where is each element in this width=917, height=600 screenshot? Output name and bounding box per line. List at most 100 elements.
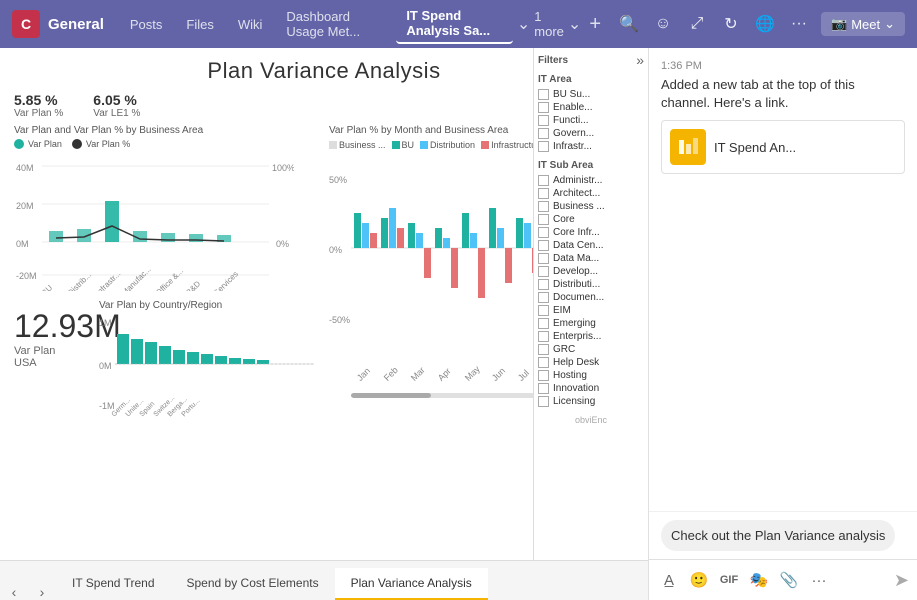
filter-item: GRC bbox=[538, 344, 644, 355]
chat-card-icon bbox=[670, 129, 706, 165]
sticker-icon[interactable]: 🎭 bbox=[747, 568, 771, 592]
line-chart-svg: 40M 20M 0M -20M 100% 0% bbox=[14, 151, 294, 291]
report-wrapper: Plan Variance Analysis 5.85 % Var Plan %… bbox=[0, 48, 648, 600]
legend-business-box bbox=[329, 141, 337, 149]
filter-item: Documen... bbox=[538, 292, 644, 303]
filter-item: Core Infr... bbox=[538, 227, 644, 238]
filter-item: Hosting bbox=[538, 370, 644, 381]
legend-infra-box bbox=[481, 141, 489, 149]
chat-card[interactable]: IT Spend An... bbox=[661, 120, 905, 174]
filter-item: Govern... bbox=[538, 128, 644, 139]
expand-icon[interactable]: ⤢ bbox=[685, 12, 709, 36]
svg-text:Apr: Apr bbox=[436, 366, 453, 383]
filter-checkbox-functi[interactable] bbox=[538, 115, 549, 126]
filter-checkbox-govern[interactable] bbox=[538, 128, 549, 139]
filter-checkbox-datama[interactable] bbox=[538, 253, 549, 264]
globe-icon[interactable]: 🌐 bbox=[753, 12, 777, 36]
refresh-icon[interactable]: ↻ bbox=[719, 12, 743, 36]
chat-bottom-text: Check out the Plan Variance analysis bbox=[661, 520, 895, 551]
filter-checkbox-enable[interactable] bbox=[538, 102, 549, 113]
filter-checkbox-core[interactable] bbox=[538, 214, 549, 225]
svg-text:-20M: -20M bbox=[16, 271, 37, 281]
filter-item: Data Ma... bbox=[538, 253, 644, 264]
tab-plan-variance[interactable]: Plan Variance Analysis bbox=[335, 568, 488, 600]
main-content: Plan Variance Analysis 5.85 % Var Plan %… bbox=[0, 48, 917, 600]
svg-text:Infrastr...: Infrastr... bbox=[94, 269, 122, 291]
filter-checkbox-infrastr[interactable] bbox=[538, 141, 549, 152]
filter-checkbox-licens[interactable] bbox=[538, 396, 549, 407]
filter-checkbox-datacen[interactable] bbox=[538, 240, 549, 251]
filter-checkbox-hosting[interactable] bbox=[538, 370, 549, 381]
filter-checkbox-busu[interactable] bbox=[538, 89, 549, 100]
emoji-icon[interactable]: ☺ bbox=[651, 12, 675, 36]
report-area: Plan Variance Analysis 5.85 % Var Plan %… bbox=[0, 48, 648, 560]
tab-posts[interactable]: Posts bbox=[120, 13, 173, 36]
chat-input-area: A̲ 🙂 GIF 🎭 📎 ··· ➤ bbox=[649, 559, 917, 600]
legend-dist-box bbox=[420, 141, 428, 149]
attach-icon[interactable]: 📎 bbox=[777, 568, 801, 592]
tab-it-spend-trend[interactable]: IT Spend Trend bbox=[56, 568, 171, 600]
tab-spend-cost[interactable]: Spend by Cost Elements bbox=[171, 568, 335, 600]
meet-button[interactable]: 📷 Meet ⌄ bbox=[821, 12, 905, 36]
svg-text:40M: 40M bbox=[16, 163, 34, 173]
meet-chevron: ⌄ bbox=[884, 16, 895, 32]
tab-prev-arrow[interactable]: ‹ bbox=[0, 584, 28, 600]
filter-checkbox-emerging[interactable] bbox=[538, 318, 549, 329]
more-chat-icon[interactable]: ··· bbox=[807, 568, 831, 592]
bottom-tabs: ‹ › IT Spend Trend Spend by Cost Element… bbox=[0, 560, 648, 600]
filter-checkbox-eim[interactable] bbox=[538, 305, 549, 316]
svg-text:Jul: Jul bbox=[516, 368, 531, 383]
svg-text:Manufac...: Manufac... bbox=[120, 265, 153, 291]
filter-item: BU Su... bbox=[538, 89, 644, 100]
svg-text:-1M: -1M bbox=[99, 401, 115, 411]
filters-header: Filters » bbox=[538, 52, 644, 68]
bottom-left-row: 12.93M Var Plan USA Var Plan by Country/… bbox=[14, 300, 319, 427]
send-button[interactable]: ➤ bbox=[894, 570, 909, 591]
filter-checkbox-coreinfr[interactable] bbox=[538, 227, 549, 238]
chat-bottom-section: Check out the Plan Variance analysis bbox=[649, 511, 917, 559]
filter-item: Enterpris... bbox=[538, 331, 644, 342]
chat-panel: 1:36 PM Added a new tab at the top of th… bbox=[649, 48, 917, 600]
svg-text:1M: 1M bbox=[99, 318, 112, 328]
report-panel: Plan Variance Analysis 5.85 % Var Plan %… bbox=[0, 48, 649, 600]
format-icon[interactable]: A̲ bbox=[657, 568, 681, 592]
filter-checkbox-develop[interactable] bbox=[538, 266, 549, 277]
filter-checkbox-helpdesk[interactable] bbox=[538, 357, 549, 368]
filter-checkbox-grc[interactable] bbox=[538, 344, 549, 355]
filter-checkbox-admin[interactable] bbox=[538, 175, 549, 186]
tab-it-spend[interactable]: IT Spend Analysis Sa... bbox=[396, 4, 513, 44]
filter-checkbox-distribut[interactable] bbox=[538, 279, 549, 290]
gif-icon[interactable]: GIF bbox=[717, 568, 741, 592]
search-icon[interactable]: 🔍 bbox=[617, 12, 641, 36]
filter-checkbox-enterpr[interactable] bbox=[538, 331, 549, 342]
metric-var-le1: 6.05 % Var LE1 % bbox=[93, 92, 140, 119]
filter-item: Emerging bbox=[538, 318, 644, 329]
svg-text:Feb: Feb bbox=[382, 365, 400, 383]
tab-wiki[interactable]: Wiki bbox=[228, 13, 273, 36]
emoji-chat-icon[interactable]: 🙂 bbox=[687, 568, 711, 592]
legend-varplan-dot bbox=[14, 139, 24, 149]
tab-next-arrow[interactable]: › bbox=[28, 584, 56, 600]
filter-it-sub-area: IT Sub Area Administr... Architect... bbox=[538, 160, 644, 407]
tab-dashboard[interactable]: Dashboard Usage Met... bbox=[276, 5, 392, 43]
tab-more-arrow[interactable]: ⌄ bbox=[568, 14, 581, 34]
filter-checkbox-innov[interactable] bbox=[538, 383, 549, 394]
add-tab-button[interactable]: + bbox=[589, 13, 601, 36]
filter-item: EIM bbox=[538, 305, 644, 316]
filter-checkbox-business[interactable] bbox=[538, 201, 549, 212]
app-icon: C bbox=[12, 10, 40, 38]
filter-checkbox-architect[interactable] bbox=[538, 188, 549, 199]
tab-more[interactable]: 1 more bbox=[534, 9, 564, 39]
metric-var-plan: 5.85 % Var Plan % bbox=[14, 92, 63, 119]
svg-text:Jun: Jun bbox=[490, 366, 507, 383]
tab-dropdown-arrow[interactable]: ⌄ bbox=[517, 14, 530, 34]
chat-content: 1:36 PM Added a new tab at the top of th… bbox=[649, 48, 917, 511]
filter-item: Licensing bbox=[538, 396, 644, 407]
chat-message: 1:36 PM Added a new tab at the top of th… bbox=[661, 60, 905, 174]
filters-collapse-icon[interactable]: » bbox=[636, 52, 644, 68]
tab-files[interactable]: Files bbox=[176, 13, 223, 36]
more-icon[interactable]: ··· bbox=[787, 12, 811, 36]
legend-row: Var Plan Var Plan % bbox=[14, 139, 319, 149]
svg-text:0%: 0% bbox=[276, 239, 289, 249]
filter-checkbox-documen[interactable] bbox=[538, 292, 549, 303]
